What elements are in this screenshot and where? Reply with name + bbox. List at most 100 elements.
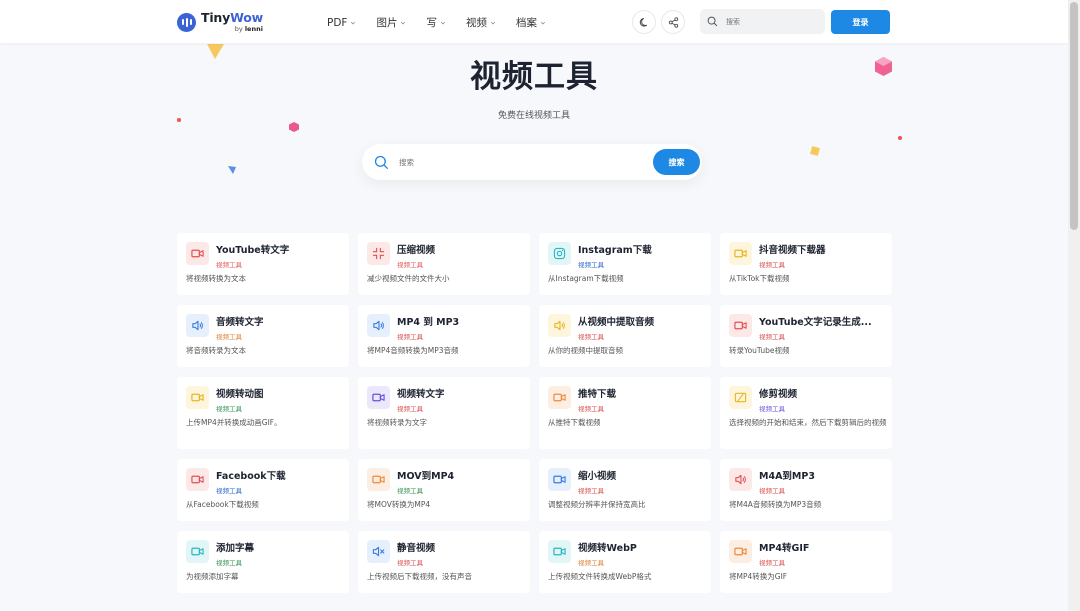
- tool-card[interactable]: 音频转文字 视频工具 将音频转录为文本: [177, 305, 349, 367]
- tool-card[interactable]: 推特下载 视频工具 从推特下载视频: [539, 377, 711, 449]
- tool-card-category: 视频工具: [578, 487, 604, 495]
- share-button[interactable]: [661, 10, 685, 34]
- tool-card[interactable]: 视频转文字视频工具将视频转录为文字: [358, 377, 530, 449]
- tool-card-description: 上传MP4并转换成动画GIF。: [186, 418, 282, 427]
- video-camera-icon: [548, 540, 571, 563]
- tool-card-category: 视频工具: [216, 261, 242, 269]
- tool-card-title: MOV到MP4: [397, 471, 455, 482]
- tool-card-description: 从Instagram下载视频: [548, 274, 624, 283]
- tool-card-description: 为视频添加字幕: [186, 572, 239, 581]
- login-button[interactable]: 登录: [831, 10, 890, 34]
- tool-card-description: 将视频转录为文字: [367, 418, 427, 427]
- tool-card-title: 视频转文字: [397, 389, 445, 400]
- tool-card[interactable]: 修剪视频 视频工具 选择视频的开始和结束，然后下载剪辑后的视频: [720, 377, 892, 449]
- tool-card[interactable]: MP4 到 MP3 视频工具 将MP4音频转换为MP3音频: [358, 305, 530, 367]
- video-camera-icon: [548, 468, 571, 491]
- logo-byline: by lenni: [234, 24, 263, 33]
- tool-card[interactable]: MOV到MP4 视频工具 将MOV转换为MP4: [358, 459, 530, 521]
- tool-card-description: 将M4A音频转换为MP3音频: [729, 500, 822, 509]
- search-icon: [374, 155, 389, 169]
- video-camera-icon: [186, 540, 209, 563]
- tool-card-title: YouTube文字记录生成...: [759, 317, 872, 328]
- video-camera-icon: [729, 314, 752, 337]
- decoration-dot-red: [898, 136, 902, 140]
- video-camera-icon: [729, 242, 752, 265]
- tool-card-title: MP4转GIF: [759, 543, 810, 554]
- header-search-input[interactable]: [726, 17, 806, 26]
- tool-card-category: 视频工具: [397, 405, 423, 413]
- tool-card-description: 转录YouTube视频: [729, 346, 790, 355]
- tool-card-title: 修剪视频: [759, 389, 798, 400]
- tool-card-title: 视频转动图: [216, 389, 264, 400]
- tool-card-title: 静音视频: [397, 543, 436, 554]
- tool-card[interactable]: 缩小视频 视频工具 调整视频分辨率并保持宽高比: [539, 459, 711, 521]
- tinywow-logo[interactable]: TinyWow by lenni: [177, 11, 263, 33]
- tool-card-title: 抖音视频下载器: [759, 245, 826, 256]
- tool-card[interactable]: 压缩视频 视频工具 减少视频文件的文件大小: [358, 233, 530, 295]
- video-camera-icon: [729, 540, 752, 563]
- tool-card[interactable]: YouTube文字记录生成... 视频工具转录YouTube视频: [720, 305, 892, 367]
- tool-card-description: 从你的视频中提取音频: [548, 346, 623, 355]
- tool-card-title: 从视频中提取音频: [578, 317, 655, 328]
- nav-item-video[interactable]: 视频: [466, 15, 496, 30]
- tool-card[interactable]: Instagram下载 视频工具从Instagram下载视频: [539, 233, 711, 295]
- tool-card-category: 视频工具: [759, 559, 785, 567]
- tool-card[interactable]: 添加字幕 视频工具 为视频添加字幕: [177, 531, 349, 593]
- tool-card[interactable]: 静音视频 视频工具 上传视频后下载视频，没有声音: [358, 531, 530, 593]
- tool-card-title: YouTube转文字: [216, 245, 290, 256]
- tool-card-description: 将MOV转换为MP4: [367, 500, 431, 509]
- tool-card-description: 从推特下载视频: [548, 418, 601, 427]
- tool-card[interactable]: M4A到MP3 视频工具 将M4A音频转换为MP3音频: [720, 459, 892, 521]
- video-camera-icon: [186, 242, 209, 265]
- scrollbar-thumb[interactable]: [1070, 2, 1078, 230]
- tool-card[interactable]: YouTube转文字 视频工具将视频转换为文本: [177, 233, 349, 295]
- nav-item-file[interactable]: 档案: [516, 15, 546, 30]
- tool-card[interactable]: Facebook下载 视频工具 从Facebook下载视频: [177, 459, 349, 521]
- tool-card[interactable]: MP4转GIF 视频工具 将MP4转换为GIF: [720, 531, 892, 593]
- speaker-icon: [186, 314, 209, 337]
- tool-card-category: 视频工具: [759, 261, 785, 269]
- tool-card-description: 将视频转换为文本: [186, 274, 246, 283]
- video-camera-icon: [186, 386, 209, 409]
- tool-card-description: 将MP4音频转换为MP3音频: [367, 346, 459, 355]
- video-camera-icon: [367, 386, 390, 409]
- moon-icon: [639, 17, 647, 27]
- tool-card-category: 视频工具: [578, 261, 604, 269]
- tool-card-description: 从TikTok下载视频: [729, 274, 790, 283]
- chevron-down-icon: [540, 21, 546, 24]
- tool-card[interactable]: 抖音视频下载器 视频工具从TikTok下载视频: [720, 233, 892, 295]
- tool-card-category: 视频工具: [216, 559, 242, 567]
- speaker-icon: [729, 468, 752, 491]
- tool-card[interactable]: 视频转WebP 视频工具 上传视频文件转换成WebP格式: [539, 531, 711, 593]
- chevron-down-icon: [490, 21, 496, 24]
- dark-mode-button[interactable]: [632, 10, 656, 34]
- nav-item-write[interactable]: 写: [426, 15, 446, 30]
- main-search-button[interactable]: 搜索: [653, 149, 700, 175]
- trim-icon: [729, 386, 752, 409]
- tool-card-title: 推特下载: [578, 389, 617, 400]
- nav-item-pdf[interactable]: PDF: [327, 15, 356, 30]
- compress-icon: [367, 242, 390, 265]
- tool-card-category: 视频工具: [759, 487, 785, 495]
- video-camera-icon: [548, 386, 571, 409]
- page-scrollbar[interactable]: [1068, 0, 1080, 611]
- top-navbar: TinyWow by lenni PDF 图片 写 视频 档案 登录: [0, 0, 1068, 43]
- tool-card[interactable]: 从视频中提取音频 视频工具从你的视频中提取音频: [539, 305, 711, 367]
- tool-card-category: 视频工具: [759, 333, 785, 341]
- main-nav: PDF 图片 写 视频 档案: [327, 15, 566, 30]
- tool-card-category: 视频工具: [216, 333, 242, 341]
- tool-card-title: Instagram下载: [578, 245, 652, 256]
- tool-card-description: 将音频转录为文本: [186, 346, 246, 355]
- decoration-triangle-blue: [228, 166, 236, 174]
- tool-card-category: 视频工具: [578, 333, 604, 341]
- instagram-icon: [548, 242, 571, 265]
- nav-item-image[interactable]: 图片: [376, 15, 406, 30]
- tool-card-title: 压缩视频: [397, 245, 436, 256]
- tool-card[interactable]: 视频转动图视频工具上传MP4并转换成动画GIF。: [177, 377, 349, 449]
- page-subtitle: 免费在线视频工具: [497, 111, 570, 121]
- tool-card-description: 从Facebook下载视频: [186, 500, 259, 509]
- tool-card-title: 视频转WebP: [578, 543, 637, 554]
- tool-card-category: 视频工具: [578, 559, 604, 567]
- tool-card-category: 视频工具: [216, 405, 242, 413]
- main-search-input[interactable]: [399, 157, 619, 167]
